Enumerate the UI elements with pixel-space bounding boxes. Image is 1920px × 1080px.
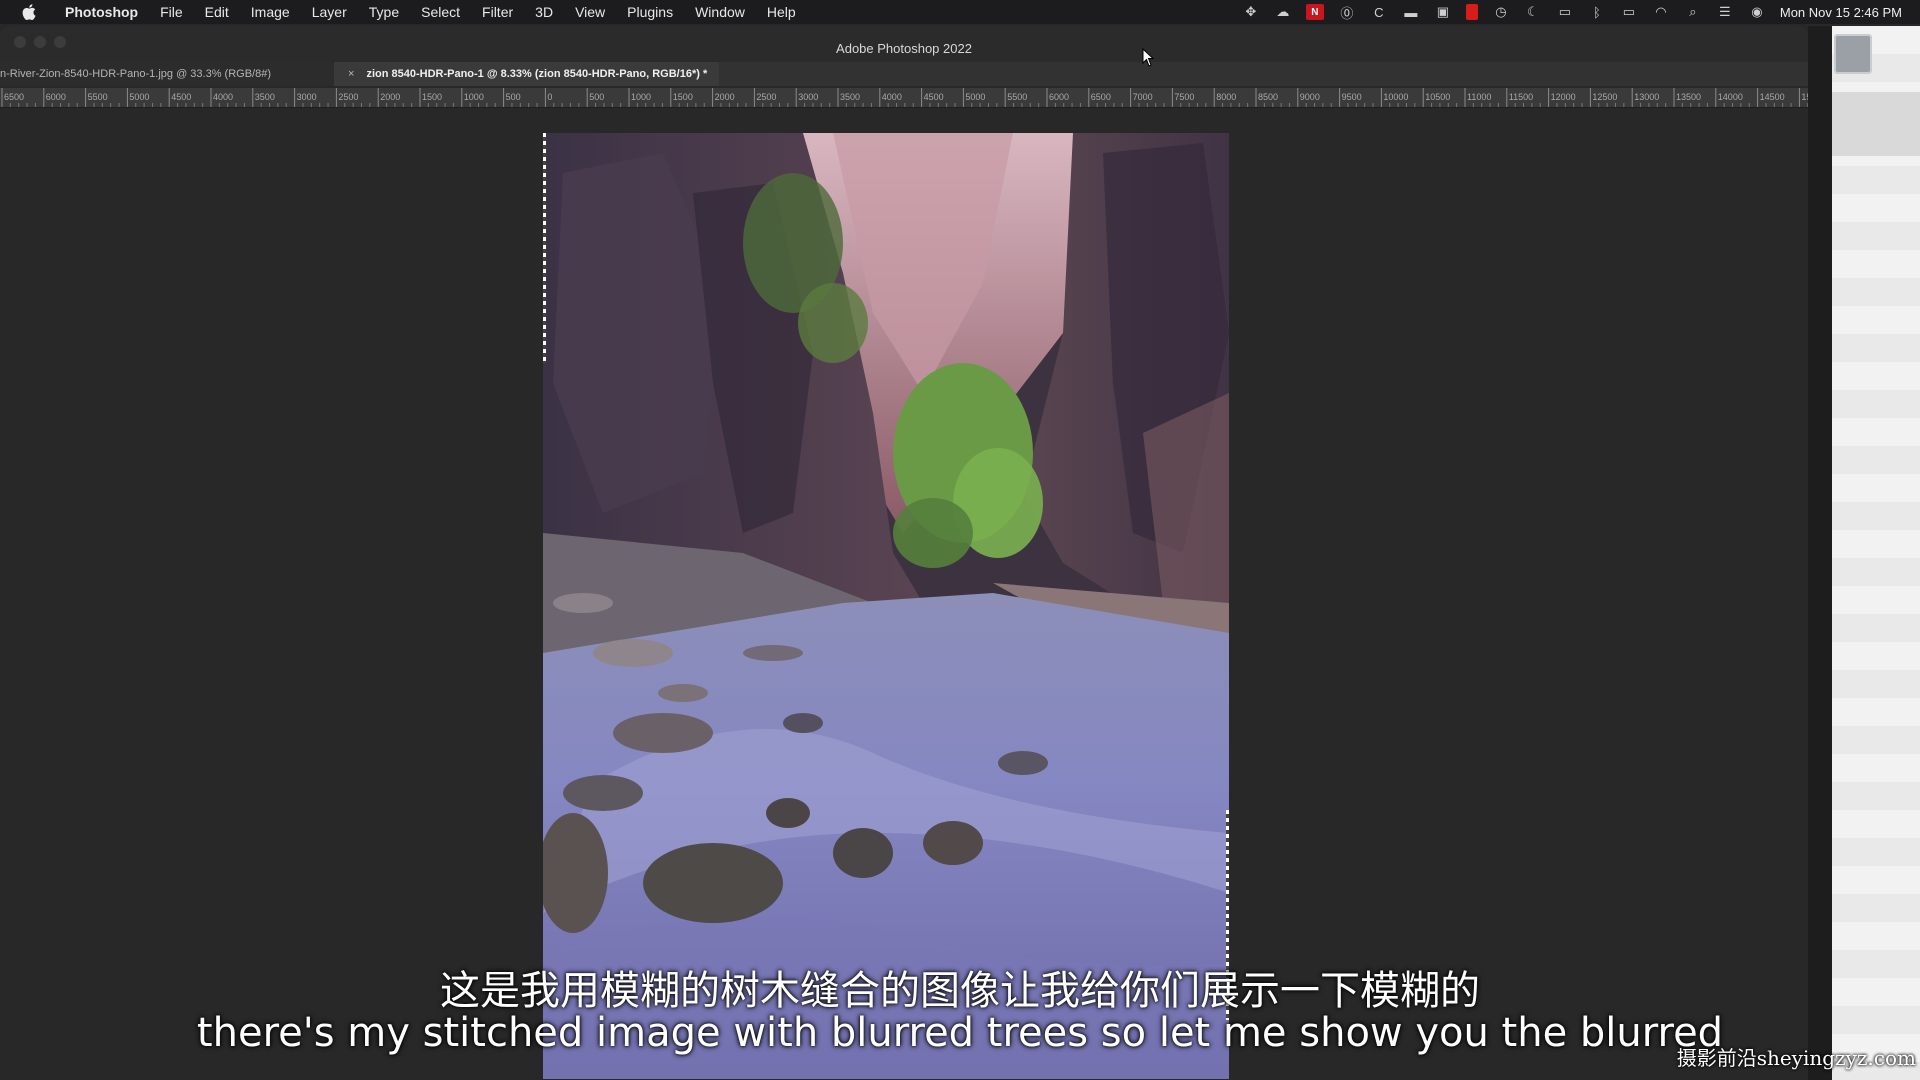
ruler-label: 6500 xyxy=(1091,92,1111,102)
ruler-label: 0 xyxy=(547,92,552,102)
document-tabs: n-River-Zion-8540-HDR-Pano-1.jpg @ 33.3%… xyxy=(0,62,1808,86)
record-icon[interactable] xyxy=(1465,4,1478,20)
ruler-label: 3000 xyxy=(798,92,818,102)
ruler-label: 4000 xyxy=(213,92,233,102)
menu-layer[interactable]: Layer xyxy=(301,4,358,20)
subtitle-chinese: 这是我用模糊的树木缝合的图像让我给你们展示一下模糊的 xyxy=(440,968,1480,1014)
ruler-label: 13000 xyxy=(1634,92,1659,102)
ruler-label: 5000 xyxy=(129,92,149,102)
drive-icon[interactable] xyxy=(1834,34,1872,74)
ruler-label: 11000 xyxy=(1467,92,1491,102)
ruler-ticks: 6500 6000 5500 5000 4500 4000 3500 3000 2500 2000… xyxy=(1,88,1808,107)
panel-header xyxy=(1832,92,1920,156)
ruler-label: 13500 xyxy=(1676,92,1701,102)
ruler-label: 9000 xyxy=(1300,92,1320,102)
selection-edge-left xyxy=(543,133,546,363)
dropbox-icon[interactable]: ✥ xyxy=(1242,4,1260,20)
time-machine-icon[interactable]: ◷ xyxy=(1492,4,1510,20)
ruler-label: 6500 xyxy=(4,92,24,102)
ruler-label: 2500 xyxy=(338,92,358,102)
zion-narrows-photo xyxy=(543,133,1229,1079)
apple-icon[interactable] xyxy=(18,1,40,23)
ruler-label: 4500 xyxy=(171,92,191,102)
ruler-label: 7000 xyxy=(1133,92,1153,102)
ruler-label: 2500 xyxy=(756,92,776,102)
ruler-label: 3500 xyxy=(255,92,275,102)
close-tab-icon[interactable]: × xyxy=(348,68,354,80)
ruler-label: 2000 xyxy=(715,92,735,102)
ruler-label: 9500 xyxy=(1342,92,1362,102)
tab-document-2[interactable]: × zion 8540-HDR-Pano-1 @ 8.33% (zion 854… xyxy=(334,62,720,86)
menu-type[interactable]: Type xyxy=(358,4,410,20)
ruler-label: 2000 xyxy=(380,92,400,102)
menu-plugins[interactable]: Plugins xyxy=(616,4,684,20)
ruler-label: 5500 xyxy=(1007,92,1027,102)
ruler-label: 1000 xyxy=(464,92,484,102)
sync-icon[interactable]: C xyxy=(1370,4,1388,20)
do-not-disturb-icon[interactable]: ☾ xyxy=(1524,4,1542,20)
status-area: ✥ ☁ N ⓪ C ▬ ▣ ◷ ☾ ▭ ᛒ ▭ ◠ ⌕ ☰ ◉ Mon Nov … xyxy=(1242,0,1902,24)
ruler-label: 5500 xyxy=(88,92,108,102)
ruler-label: 3500 xyxy=(840,92,860,102)
ruler-label: 14500 xyxy=(1760,92,1785,102)
control-center-icon[interactable]: ☰ xyxy=(1716,4,1734,20)
ruler-label: 500 xyxy=(506,92,521,102)
tab-label: n-River-Zion-8540-HDR-Pano-1.jpg @ 33.3%… xyxy=(0,68,271,80)
menubar-clock[interactable]: Mon Nov 15 2:46 PM xyxy=(1780,5,1902,20)
ruler-label: 6000 xyxy=(1049,92,1069,102)
ruler-label: 8000 xyxy=(1216,92,1236,102)
screen-mirroring-icon[interactable]: ▭ xyxy=(1556,4,1574,20)
ruler-label: 6000 xyxy=(46,92,66,102)
menu-window[interactable]: Window xyxy=(684,4,756,20)
window-titlebar: Adobe Photoshop 2022 xyxy=(0,26,1808,62)
ruler-label: 15 xyxy=(1801,92,1808,102)
menu-view[interactable]: View xyxy=(564,4,616,20)
bluetooth-icon[interactable]: ᛒ xyxy=(1588,4,1606,20)
document-image[interactable] xyxy=(543,133,1229,1079)
ruler-label: 10000 xyxy=(1383,92,1408,102)
menu-bar: Photoshop File Edit Image Layer Type Sel… xyxy=(0,0,1920,24)
ruler-label: 4000 xyxy=(882,92,902,102)
ruler-label: 10500 xyxy=(1425,92,1450,102)
ruler-label: 12000 xyxy=(1551,92,1576,102)
battery-icon[interactable]: ▭ xyxy=(1620,4,1638,20)
ruler-label: 7500 xyxy=(1174,92,1194,102)
tab-label: zion 8540-HDR-Pano-1 @ 8.33% (zion 8540-… xyxy=(366,68,708,80)
ruler-label: 1500 xyxy=(673,92,693,102)
ruler-label: 14000 xyxy=(1718,92,1743,102)
menu-select[interactable]: Select xyxy=(410,4,471,20)
wifi-icon[interactable]: ◠ xyxy=(1652,4,1670,20)
ruler-label: 11500 xyxy=(1509,92,1533,102)
menu-image[interactable]: Image xyxy=(240,4,301,20)
password-manager-icon[interactable]: ⓪ xyxy=(1338,4,1356,21)
ruler-label: 500 xyxy=(589,92,604,102)
ruler-label: 8500 xyxy=(1258,92,1278,102)
creative-cloud-icon[interactable]: ☁ xyxy=(1274,4,1292,20)
menu-edit[interactable]: Edit xyxy=(194,4,240,20)
ruler-label: 1500 xyxy=(422,92,442,102)
subtitle-english: there's my stitched image with blurred t… xyxy=(196,1010,1724,1056)
menu-filter[interactable]: Filter xyxy=(471,4,524,20)
ruler-label: 3000 xyxy=(297,92,317,102)
messages-icon[interactable]: ▬ xyxy=(1402,4,1420,20)
adobe-app-icon[interactable]: N xyxy=(1305,4,1324,20)
watermark: 摄影前沿sheyingzyz.com xyxy=(1676,1046,1916,1070)
siri-icon[interactable]: ◉ xyxy=(1748,4,1766,20)
panel-divider[interactable] xyxy=(1808,26,1832,1080)
menu-file[interactable]: File xyxy=(149,4,194,20)
spotlight-search-icon[interactable]: ⌕ xyxy=(1684,4,1702,20)
mouse-cursor-icon xyxy=(1142,48,1155,67)
ruler-label: 12500 xyxy=(1592,92,1617,102)
ruler-label: 5000 xyxy=(965,92,985,102)
menu-app-photoshop[interactable]: Photoshop xyxy=(54,4,149,20)
menu-help[interactable]: Help xyxy=(756,4,807,20)
tab-document-1[interactable]: n-River-Zion-8540-HDR-Pano-1.jpg @ 33.3%… xyxy=(0,62,334,86)
window-title: Adobe Photoshop 2022 xyxy=(836,41,972,56)
menu-3d[interactable]: 3D xyxy=(524,4,564,20)
right-side-panel xyxy=(1832,26,1920,1080)
horizontal-ruler[interactable]: 6500 6000 5500 5000 4500 4000 3500 3000 2500 2000… xyxy=(0,88,1808,108)
ruler-label: 4500 xyxy=(924,92,944,102)
screenshot-icon[interactable]: ▣ xyxy=(1434,4,1452,20)
ruler-label: 1000 xyxy=(631,92,651,102)
